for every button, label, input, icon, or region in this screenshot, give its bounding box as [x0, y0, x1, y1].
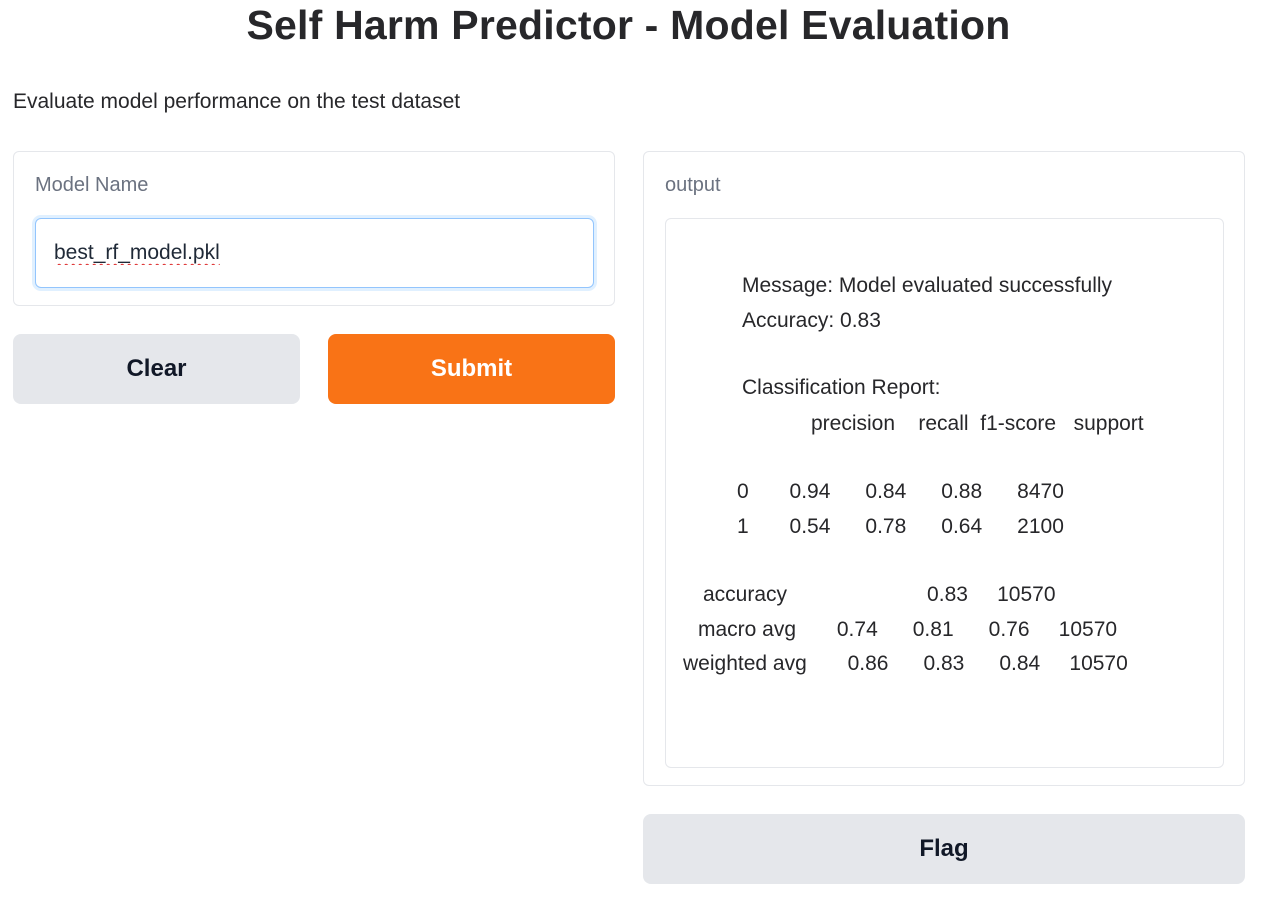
report-row-class-0: 0 0.94 0.84 0.88 8470 — [737, 480, 1064, 503]
output-panel: output Message: Model evaluated successf… — [643, 151, 1245, 786]
model-name-label: Model Name — [35, 174, 149, 196]
model-name-input[interactable] — [35, 218, 594, 288]
report-title: Classification Report: — [742, 376, 941, 399]
submit-button[interactable]: Submit — [328, 334, 615, 404]
page-description: Evaluate model performance on the test d… — [13, 90, 461, 113]
output-message: Message: Model evaluated successfully — [742, 274, 1113, 297]
report-header: precision recall f1-score support — [811, 412, 1144, 435]
output-textbox[interactable]: Message: Model evaluated successfully Ac… — [665, 218, 1224, 768]
report-row-class-1: 1 0.54 0.78 0.64 2100 — [737, 515, 1064, 538]
report-row-weighted-avg: weighted avg 0.86 0.83 0.84 10570 — [683, 652, 1128, 675]
page-title: Self Harm Predictor - Model Evaluation — [246, 2, 1011, 48]
clear-button[interactable]: Clear — [13, 334, 300, 404]
model-name-panel: Model Name — [13, 151, 615, 306]
output-label: output — [665, 174, 721, 196]
output-accuracy: Accuracy: 0.83 — [742, 309, 881, 332]
report-row-accuracy: accuracy 0.83 10570 — [703, 583, 1056, 606]
flag-button[interactable]: Flag — [643, 814, 1245, 884]
report-row-macro-avg: macro avg 0.74 0.81 0.76 10570 — [698, 618, 1118, 641]
